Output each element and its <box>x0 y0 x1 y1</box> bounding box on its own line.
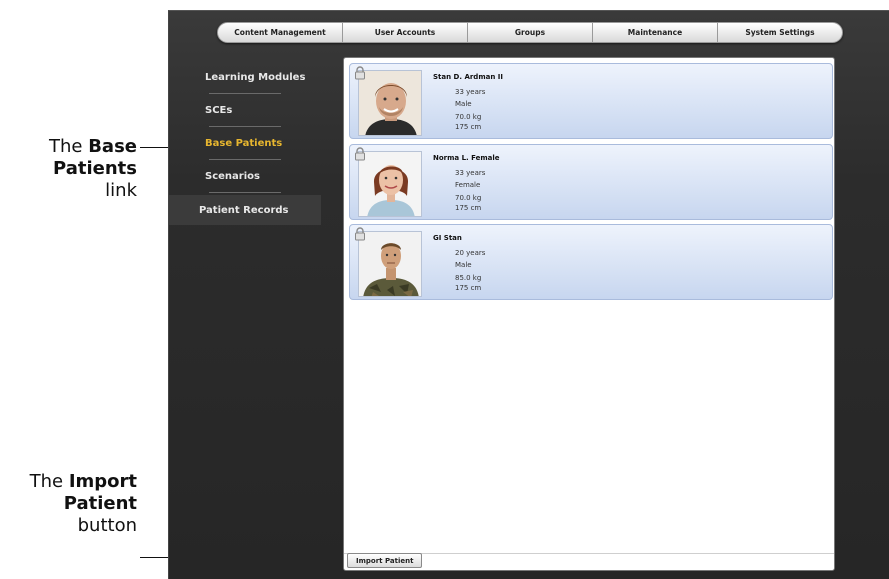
patient-photo <box>358 70 422 136</box>
sidebar-item-base-patients[interactable]: Base Patients <box>195 127 321 160</box>
tab-groups[interactable]: Groups <box>468 23 593 42</box>
patient-sex: Male <box>455 261 472 269</box>
callout-suffix: link <box>105 180 137 201</box>
callout-base-patients: The Base Patients link <box>49 136 137 201</box>
sidebar: Learning Modules SCEs Base Patients Scen… <box>169 61 321 225</box>
callout-import-patient: The Import Patient button <box>29 471 137 536</box>
patient-sex: Male <box>455 100 472 108</box>
sidebar-item-patient-records[interactable]: Patient Records <box>169 195 321 225</box>
sidebar-item-learning-modules[interactable]: Learning Modules <box>195 61 321 94</box>
patient-card[interactable]: Stan D. Ardman II 33 years Male 70.0 kg … <box>349 63 833 139</box>
patient-age: 33 years <box>455 88 486 96</box>
patient-height: 175 cm <box>455 123 482 131</box>
tab-user-accounts[interactable]: User Accounts <box>343 23 468 42</box>
patient-weight: 85.0 kg <box>455 274 482 282</box>
patient-name: Norma L. Female <box>433 154 500 162</box>
import-patient-button[interactable]: Import Patient <box>347 553 423 568</box>
callout-bold: Import <box>68 471 137 492</box>
callout-suffix: button <box>77 515 137 536</box>
callout-bold: Patients <box>53 158 137 179</box>
man-portrait-image <box>359 71 421 135</box>
callout-bold: Base <box>88 136 137 157</box>
soldier-portrait-image <box>359 232 421 296</box>
patient-weight: 70.0 kg <box>455 113 482 121</box>
patient-card[interactable]: Norma L. Female 33 years Female 70.0 kg … <box>349 144 833 220</box>
woman-portrait-image <box>359 152 421 216</box>
lock-icon <box>355 147 365 161</box>
tab-content-management[interactable]: Content Management <box>218 23 343 42</box>
patient-photo <box>358 231 422 297</box>
patient-height: 175 cm <box>455 204 482 212</box>
tab-system-settings[interactable]: System Settings <box>718 23 842 42</box>
patient-list-panel: Stan D. Ardman II 33 years Male 70.0 kg … <box>343 57 835 571</box>
lock-icon <box>355 66 365 80</box>
patient-card[interactable]: GI Stan 20 years Male 85.0 kg 175 cm <box>349 224 833 300</box>
lock-icon <box>355 227 365 241</box>
patient-age: 33 years <box>455 169 486 177</box>
patient-height: 175 cm <box>455 284 482 292</box>
patient-sex: Female <box>455 181 481 189</box>
callout-bold: Patient <box>63 493 137 514</box>
patient-name: GI Stan <box>433 234 462 242</box>
patient-weight: 70.0 kg <box>455 194 482 202</box>
sidebar-item-scenarios[interactable]: Scenarios <box>195 160 321 193</box>
patient-photo <box>358 151 422 217</box>
tab-maintenance[interactable]: Maintenance <box>593 23 718 42</box>
top-navigation: Content Management User Accounts Groups … <box>217 22 843 43</box>
patient-age: 20 years <box>455 249 486 257</box>
app-window: Content Management User Accounts Groups … <box>168 10 889 579</box>
patient-name: Stan D. Ardman II <box>433 73 503 81</box>
sidebar-item-sces[interactable]: SCEs <box>195 94 321 127</box>
